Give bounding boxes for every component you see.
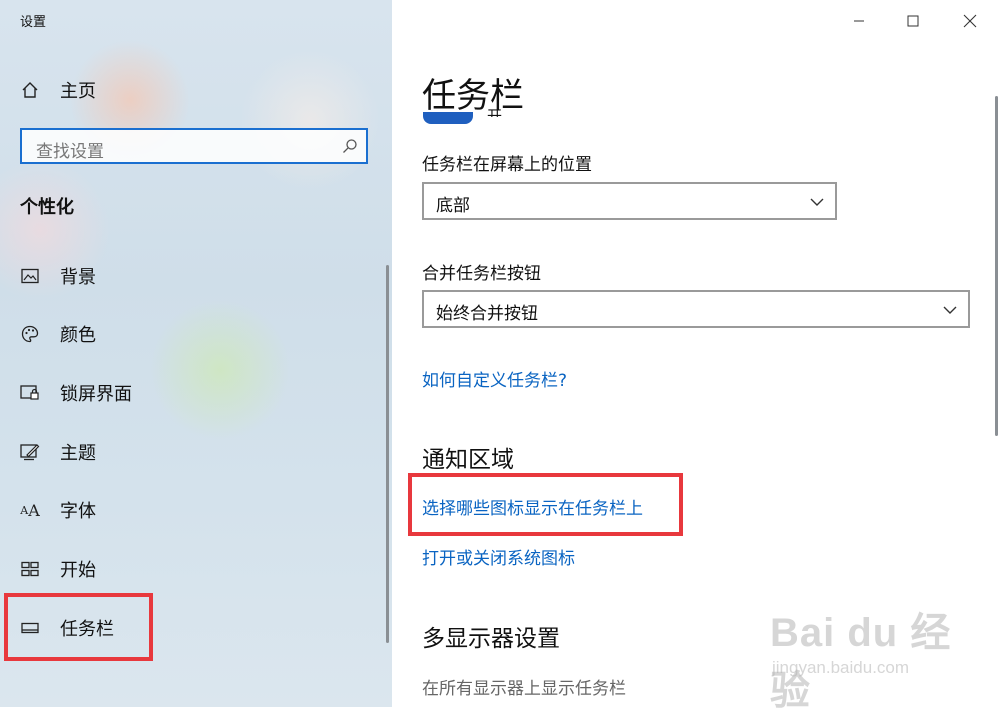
combine-value: 始终合并按钮 [436,304,538,324]
sidebar-item-label: 颜色 [60,325,96,346]
maximize-icon [907,15,919,27]
close-icon [963,14,977,28]
home-icon [19,79,41,101]
search-placeholder: 查找设置 [36,142,104,162]
position-value: 底部 [436,196,470,216]
sidebar-item-fonts[interactable]: AA 字体 [0,490,360,530]
chevron-down-icon [942,302,958,316]
search-input[interactable]: 查找设置 [20,128,368,164]
sidebar-item-label: 字体 [60,501,96,522]
sidebar-item-color[interactable]: 颜色 [0,314,360,354]
font-icon: AA [19,499,41,521]
close-button[interactable] [955,8,985,34]
sidebar-item-label: 主题 [60,443,96,464]
show-on-all-displays-label: 在所有显示器上显示任务栏 [422,679,626,699]
app-title: 设置 [20,15,47,30]
theme-brush-icon [19,441,41,463]
sidebar-scrollbar[interactable] [386,265,389,643]
position-label: 任务栏在屏幕上的位置 [422,155,592,175]
highlight-box-taskbar [4,593,153,661]
toggle-switch[interactable] [423,112,473,124]
minimize-button[interactable] [844,8,874,34]
position-dropdown[interactable]: 底部 [422,182,837,220]
multi-display-heading: 多显示器设置 [422,626,560,652]
page-title: 任务栏 [422,76,524,116]
image-icon [19,265,41,287]
minimize-icon [854,20,864,22]
notification-area-heading: 通知区域 [422,447,514,473]
toggle-state-text: 开 [487,107,503,117]
search-icon[interactable] [342,138,358,154]
nav-home-label: 主页 [60,81,96,102]
lock-screen-icon [19,382,41,404]
sidebar: 设置 主页 查找设置 个性化 背景 颜色 锁屏界面 主题 A A 字体 开始 任… [0,0,392,707]
combine-dropdown[interactable]: 始终合并按钮 [422,290,970,328]
maximize-button[interactable] [898,8,928,34]
palette-icon [19,323,41,345]
sidebar-item-lock-screen[interactable]: 锁屏界面 [0,373,360,413]
combine-label: 合并任务栏按钮 [422,264,541,284]
highlight-box-select-icons [408,473,683,536]
sidebar-item-label: 锁屏界面 [60,384,132,405]
section-title: 个性化 [20,197,74,218]
sidebar-item-label: 背景 [60,267,96,288]
start-grid-icon [19,558,41,580]
sidebar-item-theme[interactable]: 主题 [0,432,360,472]
chevron-down-icon [809,194,825,208]
customize-taskbar-link[interactable]: 如何自定义任务栏? [422,366,567,391]
baidu-watermark: Bai du 经验 jingyan.baidu.com [770,600,990,713]
system-icons-link[interactable]: 打开或关闭系统图标 [422,544,575,569]
nav-home[interactable]: 主页 [0,70,360,110]
font-icon-glyph-small: A [20,503,29,517]
content-scrollbar[interactable] [995,96,998,436]
font-icon-glyph-large: A [28,500,40,520]
sidebar-item-label: 开始 [60,560,96,581]
sidebar-item-start[interactable]: 开始 [0,549,360,589]
sidebar-item-background[interactable]: 背景 [0,256,360,296]
watermark-url: jingyan.baidu.com [772,658,910,677]
